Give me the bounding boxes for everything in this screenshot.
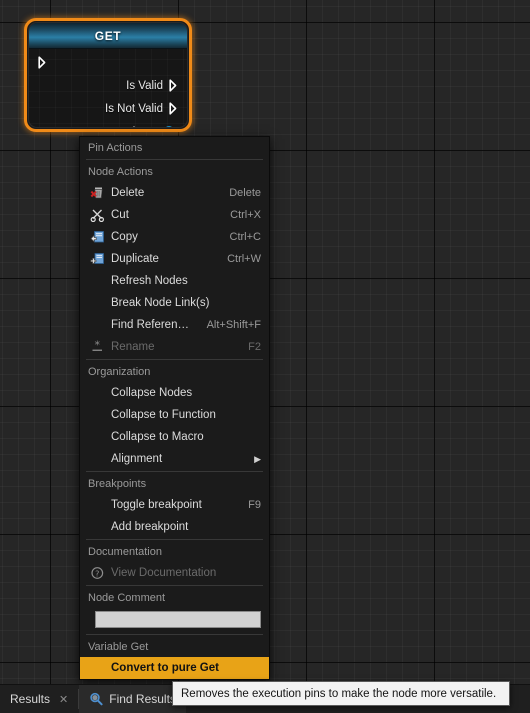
menu-item-delete[interactable]: Delete Delete	[80, 182, 269, 204]
node-comment-input[interactable]	[95, 611, 261, 628]
node-inner: GET Is Valid Is Not Valid	[28, 22, 188, 128]
node-body: Is Valid Is Not Valid	[29, 49, 187, 128]
menu-item-shortcut: Ctrl+C	[229, 231, 261, 243]
menu-item-collapse-nodes[interactable]: Collapse Nodes	[80, 382, 269, 404]
menu-item-shortcut: F9	[248, 499, 261, 511]
menu-item-convert-to-pure-get[interactable]: Convert to pure Get	[80, 657, 269, 679]
node-pin-row-exec-in[interactable]	[29, 51, 187, 74]
svg-text:?: ?	[95, 569, 99, 578]
no-icon	[88, 497, 106, 513]
menu-item-label: Find References	[111, 319, 195, 331]
node-title: GET	[94, 29, 122, 43]
menu-item-break-node-links[interactable]: Break Node Link(s)	[80, 292, 269, 314]
tooltip-text: Removes the execution pins to make the n…	[181, 687, 497, 700]
menu-item-label: Delete	[111, 187, 145, 199]
menu-item-alignment[interactable]: Alignment ▶	[80, 448, 269, 470]
close-icon[interactable]: ✕	[59, 693, 68, 706]
exec-in-pin-icon[interactable]	[38, 56, 49, 69]
no-icon	[88, 385, 106, 401]
menu-item-shortcut: F2	[248, 341, 261, 353]
menu-item-find-references[interactable]: Find References Alt+Shift+F	[80, 314, 269, 336]
menu-item-shortcut: Delete	[229, 187, 261, 199]
copy-icon	[88, 229, 106, 245]
menu-separator	[86, 471, 263, 472]
exec-out-pin-is-not-valid-icon[interactable]	[169, 102, 180, 115]
node-pin-row-is-valid[interactable]: Is Valid	[29, 74, 187, 97]
menu-section-heading-documentation: Documentation	[80, 541, 269, 562]
menu-item-label: Alignment	[111, 453, 163, 465]
delete-icon	[88, 185, 106, 201]
no-icon	[88, 407, 106, 423]
search-icon	[89, 692, 103, 706]
blueprint-node-get[interactable]: GET Is Valid Is Not Valid	[24, 18, 192, 132]
node-pin-row-actor[interactable]: Actor	[29, 120, 187, 128]
menu-item-rename: * Rename F2	[80, 336, 269, 358]
menu-item-label: Collapse to Function	[111, 409, 216, 421]
node-pin-row-is-not-valid[interactable]: Is Not Valid	[29, 97, 187, 120]
menu-item-toggle-breakpoint[interactable]: Toggle breakpoint F9	[80, 494, 269, 516]
no-icon	[88, 273, 106, 289]
menu-item-refresh-nodes[interactable]: Refresh Nodes	[80, 270, 269, 292]
menu-item-cut[interactable]: Cut Ctrl+X	[80, 204, 269, 226]
menu-item-collapse-to-function[interactable]: Collapse to Function	[80, 404, 269, 426]
menu-item-label: View Documentation	[111, 567, 217, 579]
menu-item-label: Break Node Link(s)	[111, 297, 210, 309]
menu-section-heading-breakpoints: Breakpoints	[80, 473, 269, 494]
menu-section-heading-variable-get: Variable Get	[80, 636, 269, 657]
rename-icon: *	[88, 339, 106, 355]
menu-item-view-documentation: ? View Documentation	[80, 562, 269, 584]
menu-section-heading-organization: Organization	[80, 361, 269, 382]
chevron-right-icon: ▶	[254, 453, 261, 464]
pin-label-actor: Actor	[130, 126, 157, 128]
object-out-pin-actor-icon[interactable]	[163, 125, 180, 127]
menu-item-shortcut: Ctrl+X	[230, 209, 261, 221]
node-context-menu[interactable]: Pin Actions Node Actions Delete Delete C…	[79, 136, 270, 680]
exec-out-pin-is-valid-icon[interactable]	[169, 79, 180, 92]
menu-item-add-breakpoint[interactable]: Add breakpoint	[80, 516, 269, 538]
node-title-bar[interactable]: GET	[29, 23, 187, 49]
menu-item-collapse-to-macro[interactable]: Collapse to Macro	[80, 426, 269, 448]
menu-separator	[86, 585, 263, 586]
menu-item-shortcut: Alt+Shift+F	[206, 319, 261, 331]
no-icon	[88, 317, 106, 333]
cut-icon	[88, 207, 106, 223]
menu-item-label: Add breakpoint	[111, 521, 189, 533]
menu-item-label: Collapse to Macro	[111, 431, 204, 443]
menu-section-heading-node-comment: Node Comment	[80, 587, 269, 608]
menu-separator	[86, 159, 263, 160]
menu-item-label: Copy	[111, 231, 138, 243]
menu-item-label: Convert to pure Get	[111, 662, 219, 674]
menu-separator	[86, 359, 263, 360]
tab-label: Find Results	[109, 692, 176, 706]
menu-item-label: Toggle breakpoint	[111, 499, 202, 511]
tab-results[interactable]: Results ✕	[0, 685, 78, 713]
pin-label-is-valid: Is Valid	[126, 79, 163, 92]
menu-item-label: Cut	[111, 209, 129, 221]
menu-section-heading-node-actions: Node Actions	[80, 161, 269, 182]
no-icon	[88, 429, 106, 445]
menu-section-heading-pin-actions: Pin Actions	[80, 137, 269, 158]
menu-separator	[86, 634, 263, 635]
pin-label-is-not-valid: Is Not Valid	[105, 102, 163, 115]
no-icon	[88, 519, 106, 535]
duplicate-icon	[88, 251, 106, 267]
tab-label: Results	[10, 692, 51, 706]
menu-item-duplicate[interactable]: Duplicate Ctrl+W	[80, 248, 269, 270]
no-icon	[88, 660, 106, 676]
blueprint-editor: GET Is Valid Is Not Valid Pin Actions No…	[0, 0, 530, 713]
menu-item-shortcut: Ctrl+W	[227, 253, 261, 265]
no-icon	[88, 451, 106, 467]
tab-find-results[interactable]: Find Results	[79, 685, 186, 713]
menu-item-label: Refresh Nodes	[111, 275, 188, 287]
help-icon: ?	[88, 565, 106, 581]
menu-item-label: Duplicate	[111, 253, 159, 265]
node-comment-wrapper	[80, 608, 269, 633]
tooltip: Removes the execution pins to make the n…	[172, 681, 510, 706]
menu-item-label: Rename	[111, 341, 155, 353]
menu-item-copy[interactable]: Copy Ctrl+C	[80, 226, 269, 248]
no-icon	[88, 295, 106, 311]
menu-separator	[86, 539, 263, 540]
menu-item-label: Collapse Nodes	[111, 387, 193, 399]
